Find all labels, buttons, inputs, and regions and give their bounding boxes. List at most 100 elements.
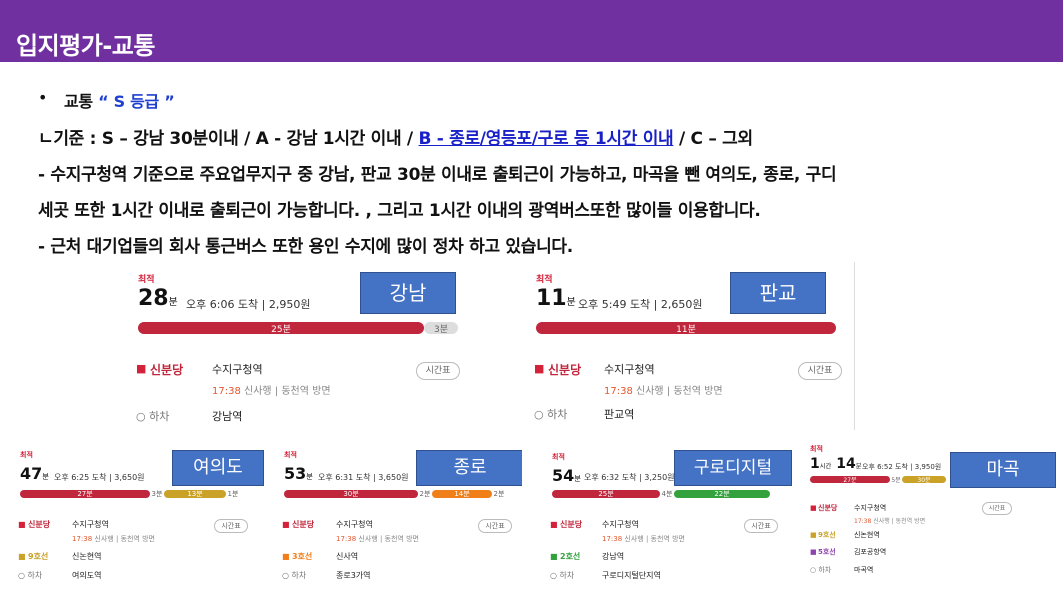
depart-detail: 17:38 신사행 | 동천역 방면 xyxy=(602,535,685,543)
paragraph-1: - 수지구청역 기준으로 주요업무지구 중 강남, 판교 30분 이내로 출퇴근… xyxy=(38,165,837,185)
segment-label: 11분 xyxy=(676,325,696,335)
arrival-fare: 오후 6:25 도착 | 3,650원 xyxy=(54,473,145,482)
train-icon-2: ■ xyxy=(550,552,558,561)
arrival-fare: 오후 5:49 도착 | 2,650원 xyxy=(578,298,703,311)
train-icon-9: ■ xyxy=(18,552,26,561)
destination-badge: 여의도 xyxy=(172,450,264,486)
segment-label: 27분 xyxy=(77,490,93,498)
origin-line: 신분당 xyxy=(818,504,838,512)
route-card-pangyo: 최적 11분 오후 5:49 도착 | 2,650원 11분 ■ 신분당 수지구… xyxy=(518,262,856,430)
bullet-dot: • xyxy=(38,88,48,107)
fastest-label: 최적 xyxy=(284,451,297,459)
dest-station: 여의도역 xyxy=(72,571,102,580)
alight-label: ○ 하차 xyxy=(18,571,43,580)
train-icon-3: ■ xyxy=(282,552,290,561)
transfer-station: 신논현역 xyxy=(854,531,880,539)
segment-label: 27분 xyxy=(843,477,857,484)
alight-label: ○ 하차 xyxy=(810,566,832,574)
train-icon: ■ xyxy=(282,520,290,529)
origin-line: 신분당 xyxy=(292,520,315,529)
alight-label: ○ 하차 xyxy=(534,408,568,421)
duration-hours-minutes: 1시간 14분 xyxy=(810,456,862,472)
segment-label: 25분 xyxy=(598,490,614,498)
depart-detail: 17:38 신사행 | 동천역 방면 xyxy=(854,518,926,525)
segment-label: 30분 xyxy=(343,490,359,498)
walk-label-2: 2분 xyxy=(493,490,505,498)
origin-station: 수지구청역 xyxy=(212,363,263,376)
fastest-label: 최적 xyxy=(810,445,823,453)
arrival-fare: 오후 6:06 도착 | 2,950원 xyxy=(186,298,311,311)
train-icon: ■ xyxy=(550,520,558,529)
schedule-button[interactable]: 시간표 xyxy=(416,362,460,380)
duration-minutes: 11분 xyxy=(536,286,576,311)
transfer-station: 신사역 xyxy=(336,552,359,561)
alight-label: ○ 하차 xyxy=(282,571,307,580)
depart-detail: 17:38 신사행 | 동천역 방면 xyxy=(212,386,331,397)
dest-station: 마곡역 xyxy=(854,566,874,574)
criteria-suffix: / C – 그외 xyxy=(673,129,753,149)
train-icon-5: ■ xyxy=(810,548,817,556)
alight-label: ○ 하차 xyxy=(550,571,575,580)
fastest-label: 최적 xyxy=(536,275,553,285)
criteria-link[interactable]: B - 종로/영등포/구로 등 1시간 이내 xyxy=(418,129,673,149)
segment-label-3: 14분 xyxy=(454,490,470,498)
origin-line: 신분당 xyxy=(150,363,184,377)
divider xyxy=(854,262,855,430)
transfer-station: 강남역 xyxy=(602,552,625,561)
paragraph-2: 세곳 또한 1시간 이내로 출퇴근이 가능합니다. , 그리고 1시간 이내의 … xyxy=(38,201,761,221)
depart-detail: 17:38 신사행 | 동천역 방면 xyxy=(604,386,723,397)
schedule-button[interactable]: 시간표 xyxy=(744,519,778,533)
route-card-gangnam: 최적 28분 오후 6:06 도착 | 2,950원 25분 3분 ■ 신분당 … xyxy=(120,262,474,430)
fastest-label: 최적 xyxy=(552,453,565,461)
slide-title: 입지평가-교통 xyxy=(16,32,155,60)
traffic-label: 교통 xyxy=(64,92,99,111)
schedule-button[interactable]: 시간표 xyxy=(214,519,248,533)
fastest-label: 최적 xyxy=(138,275,155,285)
destination-badge: 마곡 xyxy=(950,452,1056,488)
duration-minutes: 47분 xyxy=(20,464,49,483)
origin-station: 수지구청역 xyxy=(72,520,109,529)
segment-label: 25분 xyxy=(271,325,291,335)
origin-station: 수지구청역 xyxy=(336,520,373,529)
walk-label-2: 1분 xyxy=(227,490,239,498)
criteria-prefix: ㄴ기준 : S – 강남 30분이내 / A - 강남 1시간 이내 / xyxy=(38,129,419,149)
segment-label-2: 22분 xyxy=(714,490,730,498)
walk-label: 3분 xyxy=(151,490,163,498)
route-card-yeouido: 최적 47분 오후 6:25 도착 | 3,650원 27분 3분 13분 1분… xyxy=(8,442,264,584)
destination-badge: 구로디지털 xyxy=(674,450,792,486)
schedule-button[interactable]: 시간표 xyxy=(982,502,1012,515)
traffic-grade-line: 교통 “ S 등급 ” xyxy=(64,88,175,112)
schedule-button[interactable]: 시간표 xyxy=(798,362,842,380)
transfer-line: 3호선 xyxy=(292,552,313,561)
duration-minutes: 53분 xyxy=(284,464,313,483)
destination-badge: 판교 xyxy=(730,272,826,314)
dest-station: 판교역 xyxy=(604,408,635,421)
arrival-fare: 오후 6:31 도착 | 3,650원 xyxy=(318,473,409,482)
arrival-fare: 오후 6:52 도착 | 3,950원 xyxy=(862,463,942,471)
origin-line: 신분당 xyxy=(560,520,583,529)
train-icon: ■ xyxy=(136,362,147,375)
segment-label-9: 30분 xyxy=(917,477,931,484)
paragraph-3: - 근처 대기업들의 회사 통근버스 또한 용인 수지에 많이 정차 하고 있습… xyxy=(38,237,573,257)
route-card-guro: 최적 54분 오후 6:32 도착 | 3,250원 25분 4분 22분 ■ … xyxy=(540,442,792,584)
origin-station: 수지구청역 xyxy=(854,504,887,512)
origin-station: 수지구청역 xyxy=(602,520,639,529)
origin-line: 신분당 xyxy=(28,520,51,529)
depart-detail: 17:38 신사행 | 동천역 방면 xyxy=(336,535,419,543)
walk-label: 2분 xyxy=(419,490,431,498)
dest-station: 강남역 xyxy=(212,410,243,423)
train-icon: ■ xyxy=(18,520,26,529)
criteria-line: ㄴ기준 : S – 강남 30분이내 / A - 강남 1시간 이내 / B -… xyxy=(38,124,753,149)
transfer-station-2: 김포공항역 xyxy=(854,548,887,556)
duration-minutes: 28분 xyxy=(138,286,178,311)
transfer-station: 신논현역 xyxy=(72,552,102,561)
duration-minutes: 54분 xyxy=(552,466,581,485)
slide-header: 입지평가-교통 xyxy=(0,0,1063,62)
walk-label: 3분 xyxy=(433,325,448,335)
schedule-button[interactable]: 시간표 xyxy=(478,519,512,533)
walk-label: 4분 xyxy=(661,490,673,498)
route-card-jongno: 최적 53분 오후 6:31 도착 | 3,650원 30분 2분 14분 2분… xyxy=(272,442,522,584)
dest-station: 종로3가역 xyxy=(336,571,371,580)
destination-badge: 강남 xyxy=(360,272,456,314)
transfer-line: 9호선 xyxy=(28,552,49,561)
